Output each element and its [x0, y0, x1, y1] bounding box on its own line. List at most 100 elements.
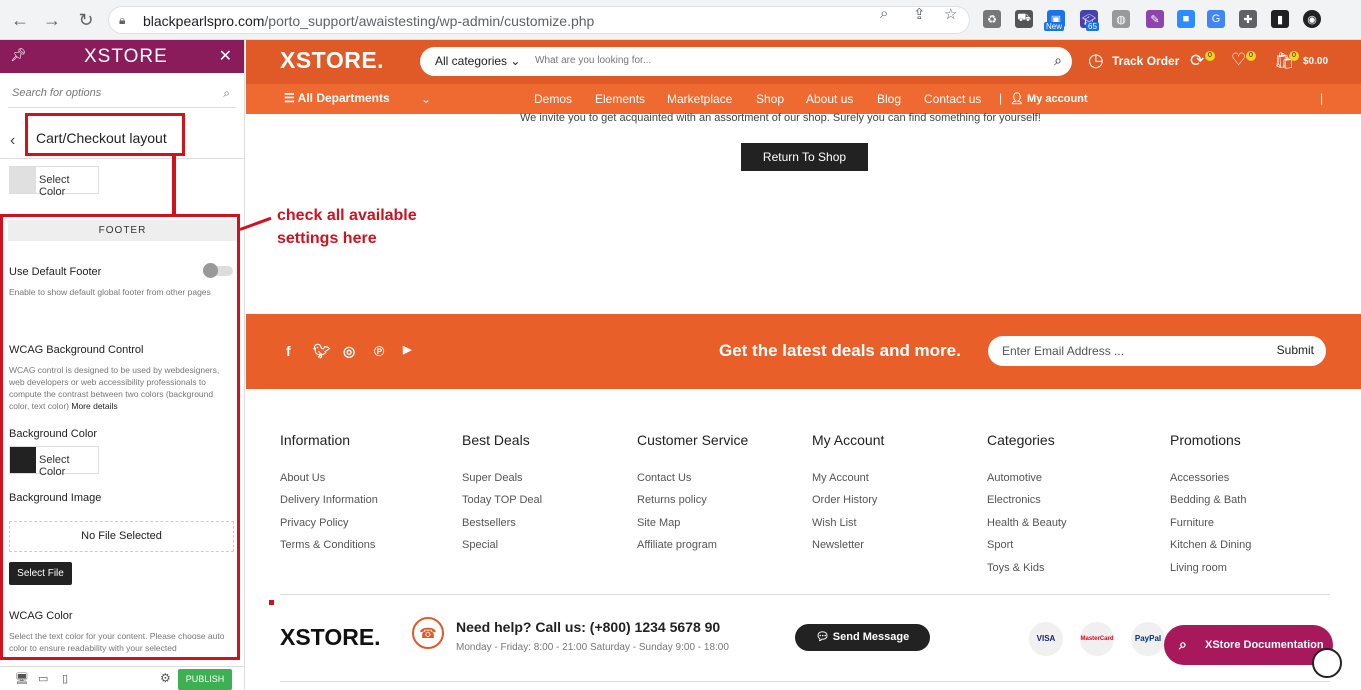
twitter-icon[interactable]: 🐦︎ [313, 343, 331, 360]
instagram-icon[interactable]: ◎ [343, 343, 355, 360]
sidebar-brand: XSTORE [84, 46, 168, 67]
footer-link[interactable]: Today TOP Deal [462, 494, 542, 506]
doc-button-label: XStore Documentation [1205, 639, 1324, 651]
category-label: All categories [435, 54, 508, 68]
cart-total[interactable]: $0.00 [1303, 56, 1328, 67]
footer-link[interactable]: Electronics [987, 494, 1041, 506]
all-departments-menu[interactable]: ☰ All Departments [284, 91, 390, 105]
footer-link[interactable]: Toys & Kids [987, 562, 1044, 574]
footer-link[interactable]: Sport [987, 539, 1013, 551]
url-path: /porto_support/awaistesting/wp-admin/cus… [264, 13, 595, 29]
footer-link[interactable]: Health & Beauty [987, 517, 1067, 529]
extension-pen-icon[interactable]: ✎ [1146, 10, 1164, 28]
support-headset-icon: ☎ [412, 617, 444, 649]
extension-translate-icon[interactable]: G [1207, 10, 1225, 28]
send-message-button[interactable]: 💬︎ Send Message [795, 624, 930, 651]
nav-elements[interactable]: Elements [595, 92, 645, 106]
my-account-link[interactable]: 👤︎ My account [1010, 92, 1088, 105]
back-icon[interactable]: ← [8, 8, 32, 32]
compare-count-badge: 0 [1205, 51, 1215, 61]
footer-link[interactable]: About Us [280, 472, 325, 484]
return-to-shop-button[interactable]: Return To Shop [741, 143, 868, 171]
footer-link[interactable]: Living room [1170, 562, 1227, 574]
annotation-line-2: settings here [277, 230, 377, 247]
compare-icon[interactable]: ⟳ [1190, 51, 1204, 71]
track-order-link[interactable]: Track Order [1112, 54, 1179, 68]
footer-col-title: Promotions [1170, 432, 1241, 448]
nav-blog[interactable]: Blog [877, 92, 901, 106]
footer-link[interactable]: Terms & Conditions [280, 539, 375, 551]
category-select[interactable]: All categories ⌄ [435, 54, 520, 68]
footer-link[interactable]: Accessories [1170, 472, 1229, 484]
footer-link[interactable]: Order History [812, 494, 877, 506]
select-file-button[interactable]: Select File [9, 562, 72, 585]
mobile-preview-icon[interactable]: ▯ [62, 672, 68, 685]
more-details-link[interactable]: More details [71, 401, 117, 411]
chevron-down-icon[interactable]: ⌄ [421, 92, 431, 106]
footer-link[interactable]: Kitchen & Dining [1170, 539, 1251, 551]
footer-link[interactable]: My Account [812, 472, 869, 484]
select-color-button[interactable]: Select Color [9, 166, 99, 198]
footer-link[interactable]: Newsletter [812, 539, 864, 551]
footer-link[interactable]: Bedding & Bath [1170, 494, 1246, 506]
intro-text: We invite you to get acquainted with an … [520, 112, 1041, 124]
bookmark-star-icon[interactable]: ☆ [944, 5, 957, 23]
extension-recycle-icon[interactable]: ♻ [983, 10, 1001, 28]
forward-icon[interactable]: → [40, 8, 64, 32]
options-search-input[interactable]: Search for options ⌕ [8, 80, 236, 108]
extension-car-icon[interactable]: ⛟ [1015, 10, 1033, 28]
address-bar[interactable]: 🔒︎ blackpearlspro.com/porto_support/awai… [108, 6, 970, 34]
zoom-icon[interactable]: ⌕ [880, 5, 888, 22]
footer-link[interactable]: Site Map [637, 517, 680, 529]
search-icon[interactable]: ⌕ [1054, 52, 1062, 69]
footer-logo[interactable]: XSTORE. [280, 624, 381, 651]
nav-demos[interactable]: Demos [534, 92, 572, 106]
footer-link[interactable]: Automotive [987, 472, 1042, 484]
reload-icon[interactable]: ↻ [74, 8, 98, 32]
nav-shop[interactable]: Shop [756, 92, 784, 106]
gear-icon[interactable]: ⚙ [160, 671, 171, 685]
footer-link[interactable]: Returns policy [637, 494, 707, 506]
share-icon[interactable]: ⇪ [913, 5, 926, 23]
footer-link[interactable]: Affiliate program [637, 539, 717, 551]
footer-link[interactable]: Super Deals [462, 472, 523, 484]
newsletter-email-input[interactable]: Enter Email Address ... Submit [988, 336, 1326, 366]
background-color-picker[interactable]: Select Color [9, 446, 99, 478]
profile-avatar-icon[interactable]: ◉ [1303, 10, 1321, 28]
facebook-icon[interactable]: f [286, 343, 291, 359]
xstore-documentation-button[interactable]: ⌕ XStore Documentation [1164, 625, 1333, 665]
desktop-preview-icon[interactable]: 🖥︎ [15, 672, 29, 685]
customizer-sidebar: 📌︎ XSTORE ✕ Search for options ⌕ ‹ Cart/… [0, 40, 245, 690]
scroll-to-top-button[interactable] [1312, 648, 1342, 678]
site-logo[interactable]: XSTORE. [280, 47, 384, 74]
extension-count-badge: 65 [1086, 22, 1099, 31]
youtube-icon[interactable]: ▶ [403, 343, 411, 356]
extension-zoom-icon[interactable]: ■ [1177, 10, 1195, 28]
tablet-preview-icon[interactable]: ▭ [38, 672, 48, 685]
newsletter-submit-button[interactable]: Submit [1277, 343, 1314, 357]
my-account-label: My account [1027, 93, 1088, 105]
extension-globe-icon[interactable]: ◍ [1112, 10, 1130, 28]
use-default-footer-toggle[interactable] [203, 263, 233, 278]
footer-link[interactable]: Contact Us [637, 472, 691, 484]
footer-link[interactable]: Wish List [812, 517, 857, 529]
nav-about-us[interactable]: About us [806, 92, 853, 106]
side-panel-icon[interactable]: ▮ [1271, 10, 1289, 28]
close-icon[interactable]: ✕ [219, 46, 232, 66]
footer-link[interactable]: Delivery Information [280, 494, 378, 506]
footer-link[interactable]: Bestsellers [462, 517, 516, 529]
nav-marketplace[interactable]: Marketplace [667, 92, 732, 106]
extensions-puzzle-icon[interactable]: ✚ [1239, 10, 1257, 28]
footer-link[interactable]: Furniture [1170, 517, 1214, 529]
nav-contact-us[interactable]: Contact us [924, 92, 981, 106]
wishlist-heart-icon[interactable]: ♡ [1231, 50, 1246, 70]
footer-link[interactable]: Special [462, 539, 498, 551]
site-search-bar[interactable]: All categories ⌄ What are you looking fo… [420, 47, 1072, 76]
pin-icon[interactable]: 📌︎ [10, 47, 27, 63]
pinterest-icon[interactable]: ℗ [374, 343, 384, 359]
annotation-line-1: check all available [277, 207, 417, 224]
back-chevron-icon[interactable]: ‹ [10, 132, 15, 150]
footer-link[interactable]: Privacy Policy [280, 517, 348, 529]
publish-button[interactable]: PUBLISH [178, 669, 232, 690]
sidebar-footer: 🖥︎ ▭ ▯ ⚙ PUBLISH [0, 666, 244, 690]
